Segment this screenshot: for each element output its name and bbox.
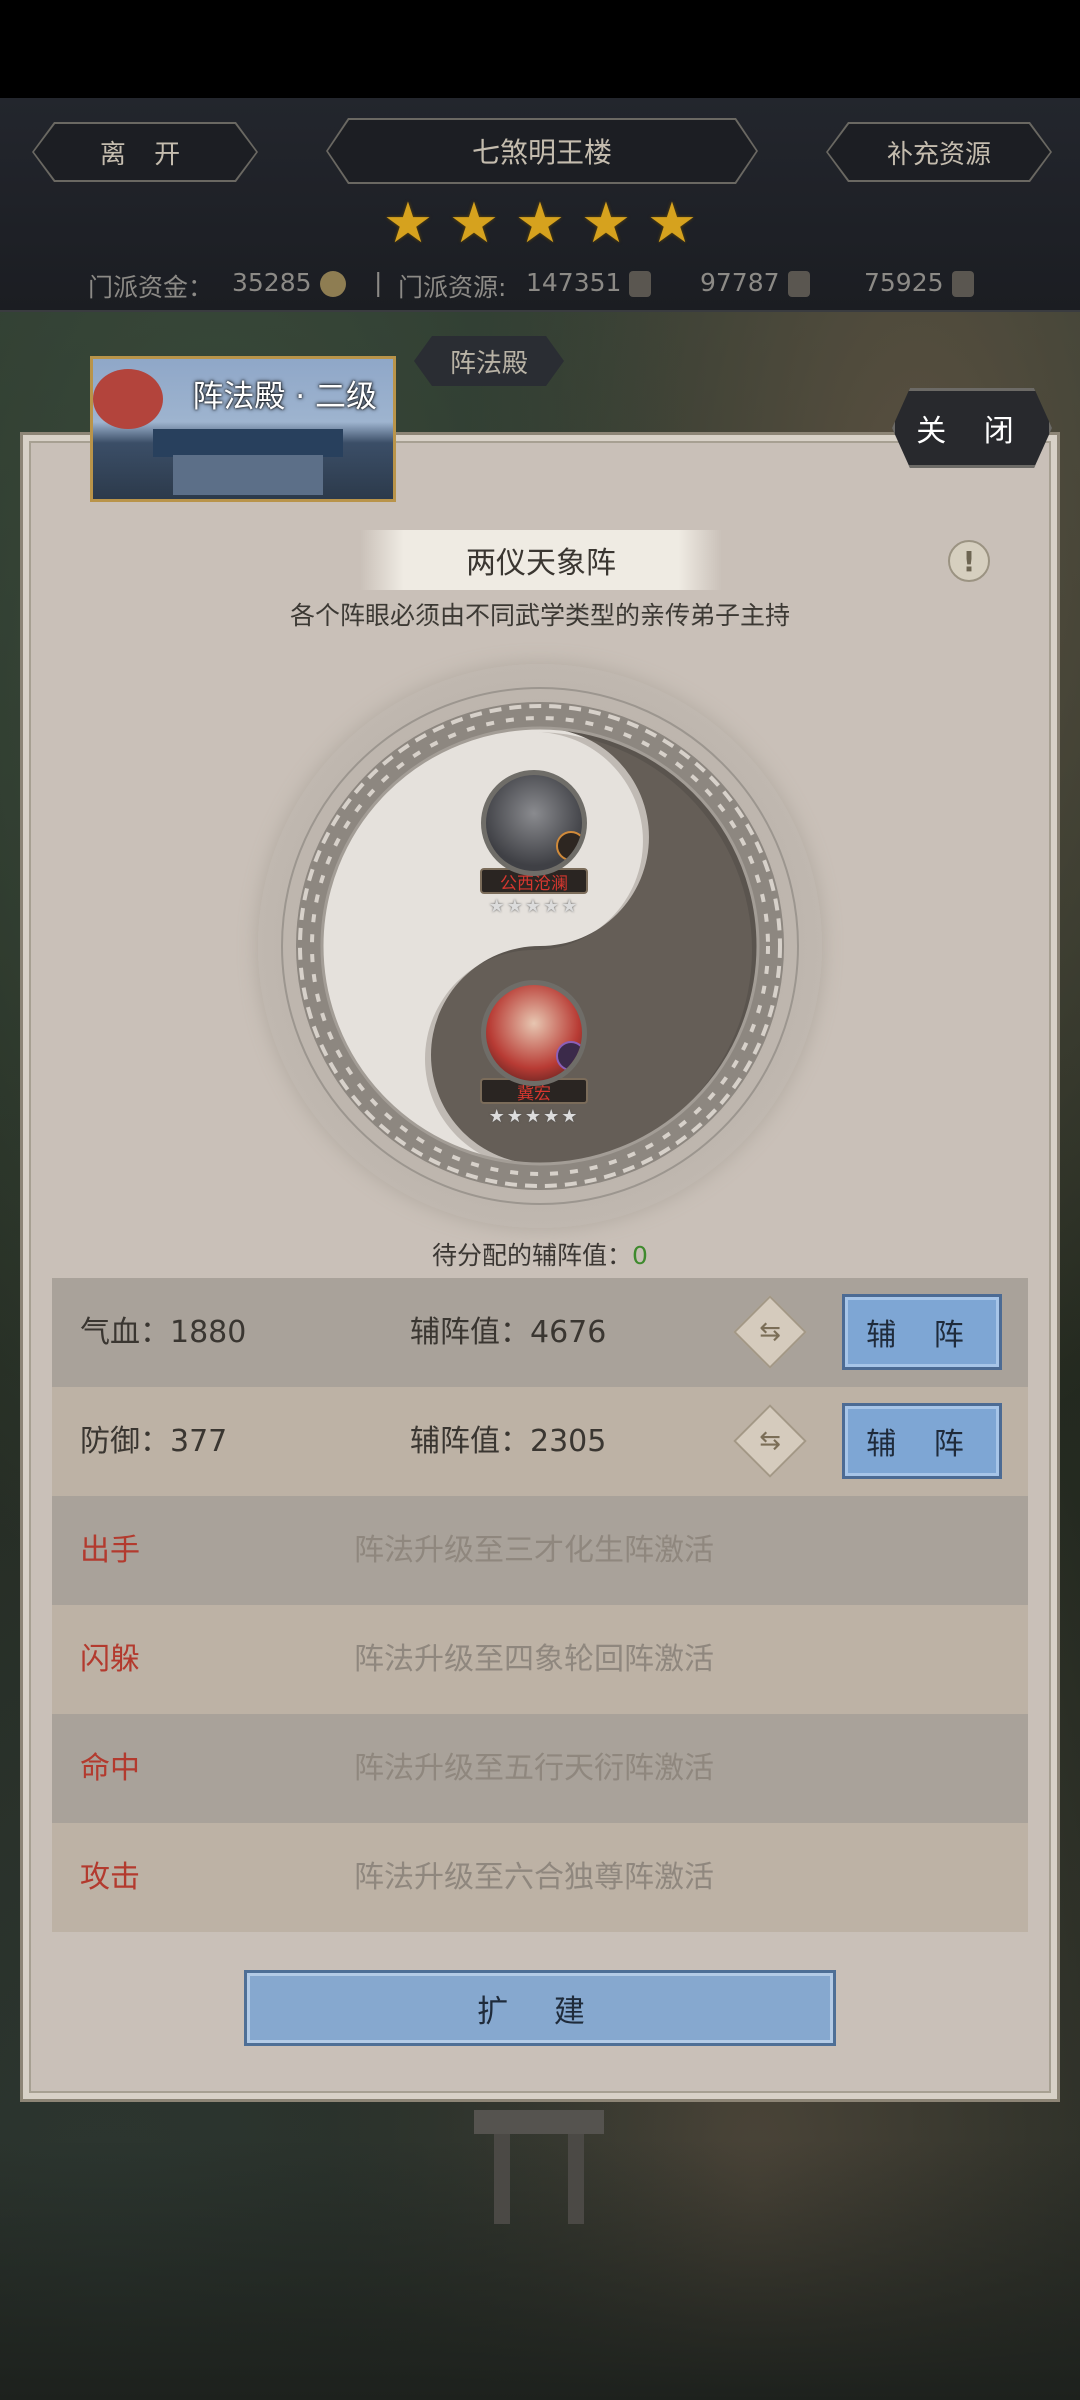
locked-stat-label: 出手 [80, 1533, 140, 1568]
star-icon: ★ [514, 191, 566, 256]
coin-icon [319, 271, 346, 297]
avatar [481, 770, 587, 876]
pending-label: 待分配的辅阵值： [432, 1241, 633, 1270]
info-icon[interactable]: ! [948, 540, 990, 582]
unlock-hint: 阵法升级至四象轮回阵激活 [354, 1642, 714, 1677]
locked-stat-label: 攻击 [80, 1860, 140, 1895]
star-icon: ★ [580, 191, 632, 256]
unlock-hint: 阵法升级至三才化生阵激活 [354, 1533, 714, 1568]
rating-stars: ★ ★ ★ ★ ★ [380, 196, 700, 252]
star-icon: ★ [382, 191, 434, 256]
stat-label: 气血：1880 [80, 1315, 247, 1350]
funds-value: 35285 [232, 268, 312, 297]
gate-roof [474, 2110, 604, 2134]
sect-resource-value-group: 147351 [526, 268, 652, 297]
res3-group: 75925 [864, 268, 974, 297]
unit-stars: ★★★★★ [488, 1106, 580, 1127]
sect-resource-value: 147351 [526, 268, 622, 297]
stat-row-hp: 气血：1880 辅阵值：4676 ⇆ 辅 阵 [52, 1278, 1028, 1387]
assist-button[interactable]: 辅 阵 [842, 1403, 1002, 1479]
swap-icon: ⇆ [759, 1426, 781, 1456]
assist-value: 辅阵值：2305 [410, 1424, 607, 1459]
formation-slot-1[interactable]: 公西沧澜 ★★★★★ [480, 770, 588, 917]
location-title-plate: 七煞明王楼 [326, 118, 758, 184]
stat-row-defense: 防御：377 辅阵值：2305 ⇆ 辅 阵 [52, 1387, 1028, 1496]
leave-button-label: 离 开 [34, 124, 256, 180]
unit-stars: ★★★★★ [488, 896, 580, 917]
locked-row: 命中 阵法升级至五行天衍阵激活 [52, 1714, 1028, 1823]
unlock-hint: 阵法升级至五行天衍阵激活 [354, 1751, 714, 1786]
iron-icon [951, 271, 974, 297]
hall-thumbnail: 阵法殿 · 二级 [90, 356, 396, 502]
pending-assist: 待分配的辅阵值：0 [0, 1236, 1080, 1272]
funds-label: 门派资金： [88, 273, 214, 302]
close-button[interactable]: 关 闭 [892, 388, 1052, 468]
expand-button[interactable]: 扩 建 [244, 1970, 836, 2046]
locked-row: 闪躲 阵法升级至四象轮回阵激活 [52, 1605, 1028, 1714]
formation-name: 两仪天象阵 [360, 530, 722, 590]
gate-art [474, 2110, 604, 2230]
swap-icon: ⇆ [759, 1317, 781, 1347]
hall-tab: 阵法殿 [414, 336, 564, 386]
yin-yang-svg [281, 687, 799, 1205]
res3-value: 75925 [864, 268, 944, 297]
ore-icon [629, 271, 652, 297]
stat-label: 防御：377 [80, 1424, 228, 1459]
fire-type-icon [556, 831, 582, 861]
formation-diagram: 公西沧澜 ★★★★★ 冀宏 ★★★★★ [258, 664, 822, 1228]
pending-value: 0 [632, 1241, 648, 1270]
swap-button[interactable]: ⇆ [733, 1404, 807, 1478]
sword-type-icon [556, 1041, 582, 1071]
star-icon: ★ [646, 191, 698, 256]
star-icon: ★ [448, 191, 500, 256]
replenish-button[interactable]: 补充资源 [826, 122, 1052, 182]
leave-button[interactable]: 离 开 [32, 122, 258, 182]
sect-resource-label: 门派资源: [398, 273, 507, 302]
resource-bar: 门派资金： 35285 | 门派资源: 147351 97787 75925 [0, 262, 1080, 306]
formation-description: 各个阵眼必须由不同武学类型的亲传弟子主持 [289, 601, 790, 630]
locked-row: 攻击 阵法升级至六合独尊阵激活 [52, 1823, 1028, 1932]
gate-pillar [568, 2134, 584, 2224]
gate-pillar [494, 2134, 510, 2224]
locked-row: 出手 阵法升级至三才化生阵激活 [52, 1496, 1028, 1605]
locked-stat-label: 命中 [80, 1751, 140, 1786]
status-bar [0, 0, 1080, 98]
location-title: 七煞明王楼 [328, 120, 756, 182]
swap-button[interactable]: ⇆ [733, 1295, 807, 1369]
replenish-button-label: 补充资源 [828, 124, 1050, 180]
formation-slot-2[interactable]: 冀宏 ★★★★★ [480, 980, 588, 1127]
resource-separator: | [374, 268, 383, 297]
building-art [173, 455, 323, 495]
locked-stat-label: 闪躲 [80, 1642, 140, 1677]
wood-icon [787, 271, 810, 297]
tree-art [93, 369, 163, 429]
hall-level-title: 阵法殿 · 二级 [192, 379, 377, 415]
res2-value: 97787 [700, 268, 780, 297]
res2-group: 97787 [700, 268, 810, 297]
assist-value: 辅阵值：4676 [410, 1315, 607, 1350]
roof-art [153, 429, 343, 457]
assist-button[interactable]: 辅 阵 [842, 1294, 1002, 1370]
unlock-hint: 阵法升级至六合独尊阵激活 [354, 1860, 714, 1895]
avatar [481, 980, 587, 1086]
funds-value-group: 35285 [232, 268, 346, 297]
